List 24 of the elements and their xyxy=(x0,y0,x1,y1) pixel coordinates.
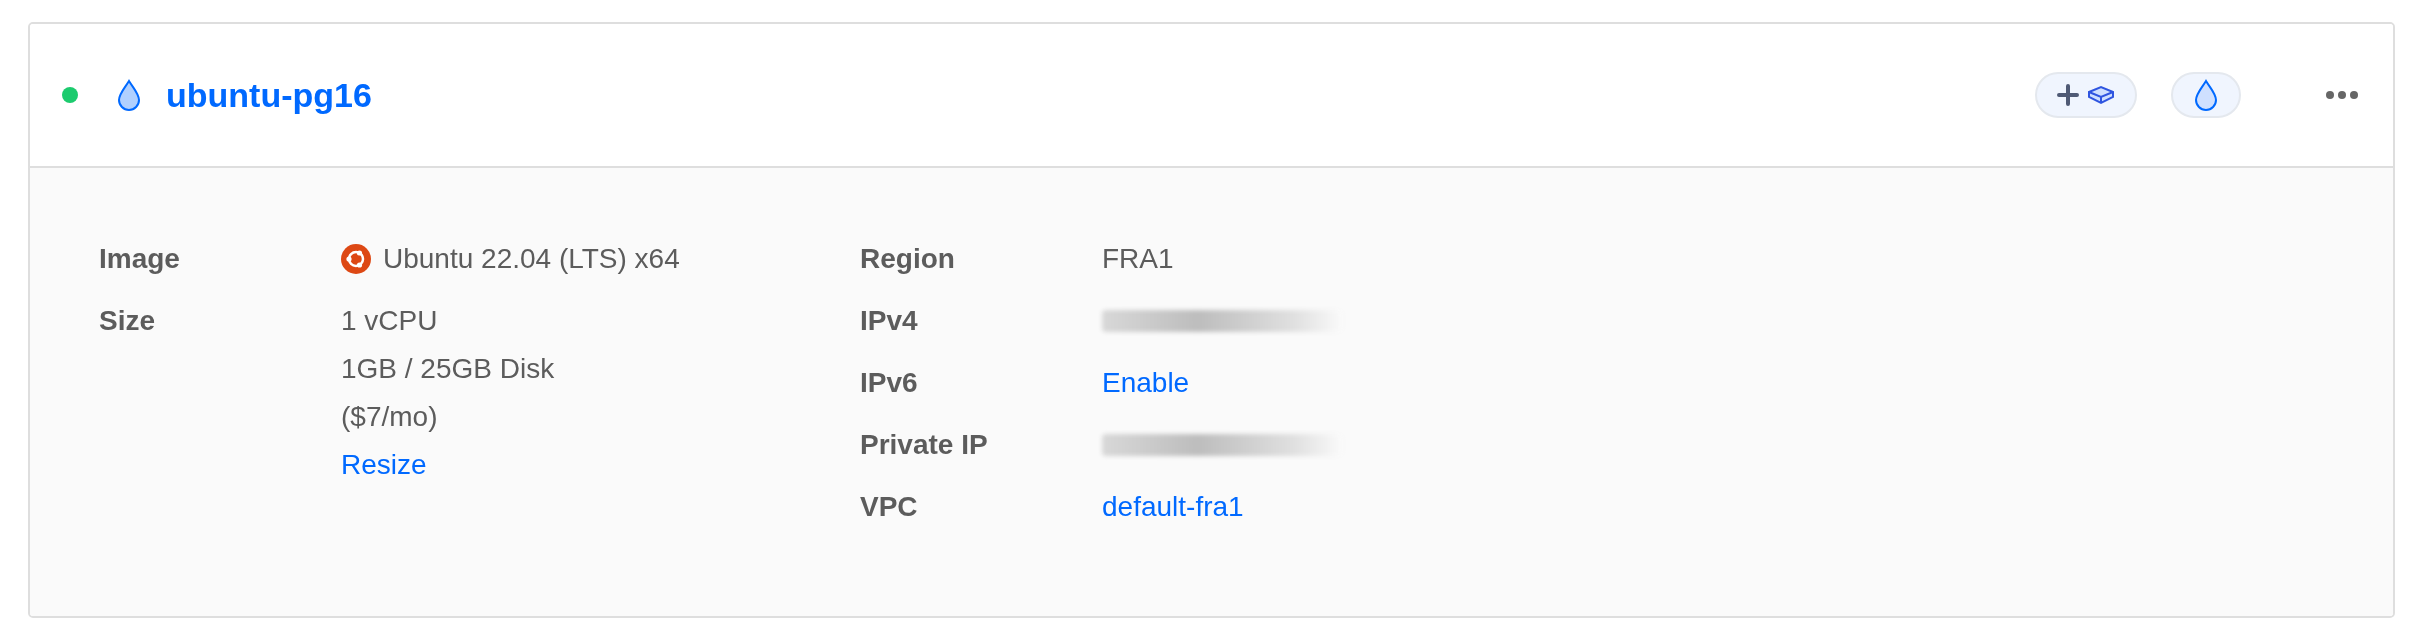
add-volume-button[interactable] xyxy=(2035,72,2137,118)
more-icon xyxy=(2325,90,2359,100)
detail-label: IPv4 xyxy=(860,304,919,338)
droplet-icon xyxy=(116,79,142,111)
detail-label: IPv6 xyxy=(860,366,919,400)
volume-icon xyxy=(2087,84,2115,106)
plus-icon xyxy=(2057,84,2079,106)
droplet-icon xyxy=(2193,79,2219,111)
image-name-text: Ubuntu 22.04 (LTS) x64 xyxy=(383,242,680,276)
detail-value: ($7/mo) xyxy=(341,400,439,434)
detail-label: Region xyxy=(860,242,956,276)
detail-label: Private IP xyxy=(860,428,989,462)
detail-label: Image xyxy=(99,242,181,276)
ubuntu-logo-icon xyxy=(341,244,371,274)
detail-label: Size xyxy=(99,304,157,338)
detail-value: 1 vCPU xyxy=(341,304,439,338)
detail-link[interactable]: Enable xyxy=(1102,367,1190,398)
detail-value: 1GB / 25GB Disk xyxy=(341,352,555,386)
detail-label: VPC xyxy=(860,490,919,524)
detail-value: FRA1 xyxy=(1102,242,1174,276)
droplet-action-button[interactable] xyxy=(2171,72,2241,118)
detail-link[interactable]: Resize xyxy=(341,449,427,480)
detail-link[interactable]: default-fra1 xyxy=(1102,491,1244,522)
droplet-name-link[interactable]: ubuntu-pg16 xyxy=(166,75,372,115)
